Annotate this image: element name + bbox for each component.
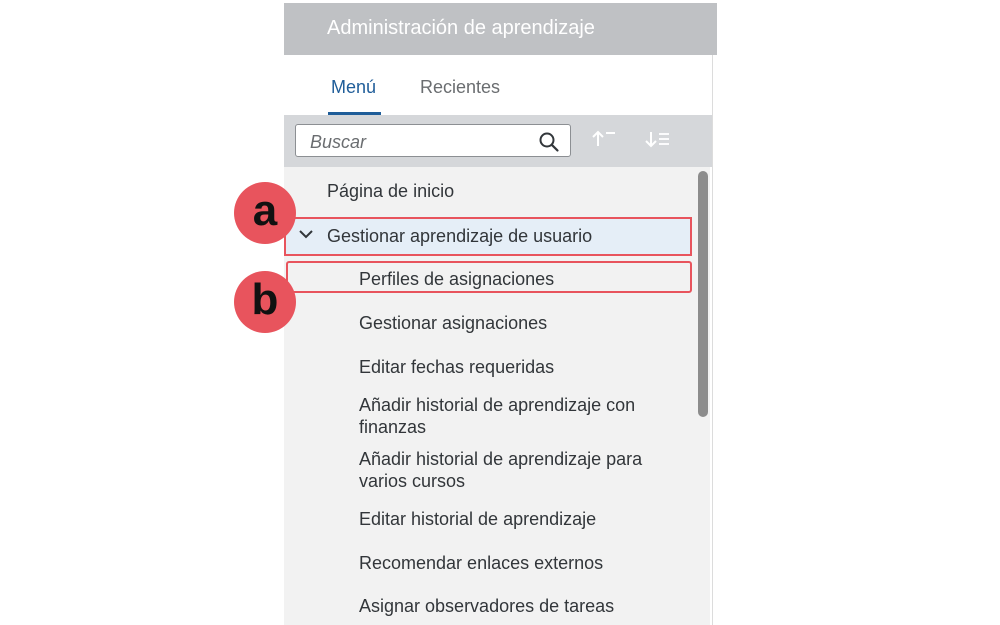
menu-item-assignment-profiles[interactable]: Perfiles de asignaciones [359, 268, 679, 290]
menu-item-add-history-multiple-courses[interactable]: Añadir historial de aprendizaje para var… [359, 448, 679, 492]
menu-item-edit-required-dates[interactable]: Editar fechas requeridas [359, 356, 679, 378]
sort-ascending-icon[interactable] [590, 128, 618, 152]
menu-item-assign-task-observers[interactable]: Asignar observadores de tareas [359, 595, 679, 617]
panel-border [712, 55, 713, 625]
menu-list: Página de inicio Gestionar aprendizaje d… [284, 167, 696, 625]
tab-recent[interactable]: Recientes [420, 77, 500, 98]
search-icon[interactable] [538, 131, 560, 153]
annotation-marker-a: a [234, 182, 296, 244]
tab-bar: Menú Recientes [284, 55, 712, 115]
learning-admin-panel: Administración de aprendizaje Menú Recie… [284, 3, 717, 625]
annotation-marker-b: b [234, 271, 296, 333]
tab-menu[interactable]: Menú [331, 77, 376, 98]
scrollbar-thumb[interactable] [698, 171, 708, 417]
panel-title: Administración de aprendizaje [327, 17, 595, 39]
menu-item-edit-learning-history[interactable]: Editar historial de aprendizaje [359, 508, 679, 530]
menu-item-recommend-external-links[interactable]: Recomendar enlaces externos [359, 552, 679, 574]
search-toolbar: Buscar [284, 115, 712, 167]
menu-section-label[interactable]: Gestionar aprendizaje de usuario [327, 225, 592, 247]
search-placeholder: Buscar [310, 132, 367, 152]
search-input[interactable]: Buscar [295, 124, 571, 157]
sort-descending-icon[interactable] [643, 128, 671, 152]
menu-item-add-history-finance[interactable]: Añadir historial de aprendizaje con fina… [359, 394, 679, 438]
menu-item-home[interactable]: Página de inicio [327, 180, 454, 202]
panel-header: Administración de aprendizaje [284, 3, 717, 55]
menu-item-manage-assignments[interactable]: Gestionar asignaciones [359, 312, 679, 334]
chevron-down-icon[interactable] [298, 228, 314, 240]
scrollbar[interactable] [696, 167, 710, 625]
